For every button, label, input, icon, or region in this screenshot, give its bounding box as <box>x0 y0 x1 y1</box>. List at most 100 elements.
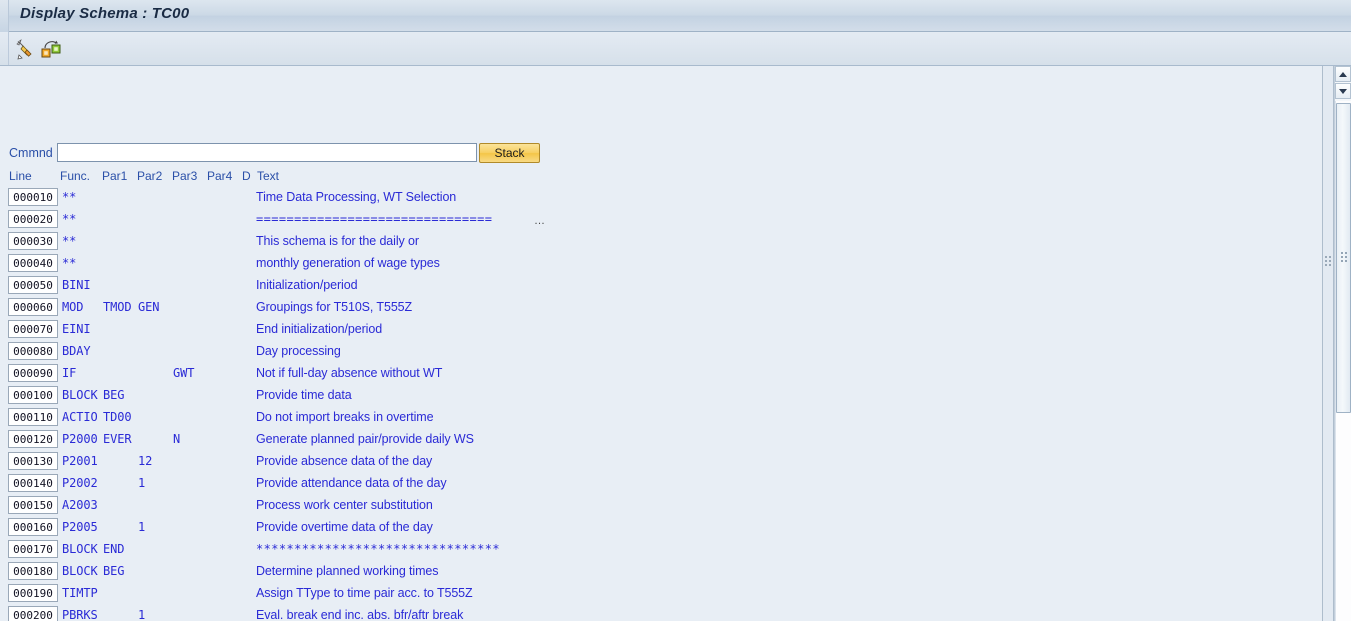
cell-func[interactable]: BINI <box>62 278 91 292</box>
line-number-field[interactable] <box>8 474 58 492</box>
table-row: IF GWT Not if full-day absence without WT <box>0 363 1322 385</box>
table-row: ** monthly generation of wage types <box>0 253 1322 275</box>
line-number-field[interactable] <box>8 606 58 621</box>
scroll-up-button[interactable] <box>1335 66 1351 82</box>
cell-par2[interactable]: GEN <box>138 300 159 314</box>
application-toolbar: © www.tutorialkart.com <box>0 32 1351 96</box>
line-number-field[interactable] <box>8 210 58 228</box>
cell-par2[interactable]: 1 <box>138 476 145 490</box>
line-number-field[interactable] <box>8 386 58 404</box>
cell-text[interactable]: Provide overtime data of the day <box>256 520 433 534</box>
table-row: ACTIO TD00 Do not import breaks in overtim… <box>0 407 1322 429</box>
cell-func[interactable]: TIMTP <box>62 586 98 600</box>
cell-func[interactable]: ** <box>62 190 76 204</box>
column-header-func: Func. <box>60 169 91 183</box>
cell-text[interactable]: Not if full-day absence without WT <box>256 366 442 380</box>
cell-par2[interactable]: 1 <box>138 520 145 534</box>
cell-func[interactable]: BDAY <box>62 344 91 358</box>
cell-func[interactable]: PBRKS <box>62 608 98 621</box>
line-number-field[interactable] <box>8 254 58 272</box>
line-number-field[interactable] <box>8 188 58 206</box>
line-number-field[interactable] <box>8 364 58 382</box>
column-header-par3: Par3 <box>172 169 198 183</box>
cell-par1[interactable]: END <box>103 542 124 556</box>
cell-func[interactable]: ** <box>62 212 76 226</box>
cell-par1[interactable]: BEG <box>103 388 124 402</box>
cell-func[interactable]: ** <box>62 234 76 248</box>
cell-text[interactable]: Provide time data <box>256 388 352 402</box>
line-number-field[interactable] <box>8 298 58 316</box>
cell-text[interactable]: =============================== <box>256 212 492 226</box>
cell-func[interactable]: A2003 <box>62 498 98 512</box>
cell-func[interactable]: P2001 <box>62 454 98 468</box>
cell-func[interactable]: EINI <box>62 322 91 336</box>
cell-func[interactable]: BLOCK <box>62 542 98 556</box>
table-row: BLOCK END ******************************** <box>0 539 1322 561</box>
cell-func[interactable]: BLOCK <box>62 388 98 402</box>
line-number-field[interactable] <box>8 276 58 294</box>
cell-text[interactable]: End initialization/period <box>256 322 382 336</box>
cell-par2[interactable]: 12 <box>138 454 152 468</box>
cell-func[interactable]: ACTIO <box>62 410 98 424</box>
line-number-field[interactable] <box>8 232 58 250</box>
cell-text[interactable]: Determine planned working times <box>256 564 439 578</box>
cell-text[interactable]: Groupings for T510S, T555Z <box>256 300 412 314</box>
table-row: ** This schema is for the daily or <box>0 231 1322 253</box>
edit-schema-icon[interactable] <box>14 38 38 60</box>
scroll-down-button[interactable] <box>1335 83 1351 99</box>
cell-text[interactable]: Generate planned pair/provide daily WS <box>256 432 474 446</box>
cell-func[interactable]: P2002 <box>62 476 98 490</box>
cell-text[interactable]: Time Data Processing, WT Selection <box>256 190 456 204</box>
cell-par3[interactable]: N <box>173 432 180 446</box>
line-number-field[interactable] <box>8 518 58 536</box>
cell-text[interactable]: Provide absence data of the day <box>256 454 432 468</box>
cell-text[interactable]: Eval. break end inc. abs. bfr/aftr break <box>256 608 463 621</box>
cell-func[interactable]: BLOCK <box>62 564 98 578</box>
column-header-par4: Par4 <box>207 169 233 183</box>
cell-par1[interactable]: TD00 <box>103 410 132 424</box>
cell-text[interactable]: Do not import breaks in overtime <box>256 410 434 424</box>
cell-text[interactable]: Initialization/period <box>256 278 358 292</box>
stack-button[interactable]: Stack <box>479 143 540 163</box>
cell-par1[interactable]: BEG <box>103 564 124 578</box>
line-number-field[interactable] <box>8 562 58 580</box>
pane-splitter[interactable] <box>1322 66 1334 621</box>
cell-func[interactable]: P2000 <box>62 432 98 446</box>
command-input[interactable] <box>57 143 477 162</box>
cell-par1[interactable]: TMOD <box>103 300 132 314</box>
cell-text[interactable]: monthly generation of wage types <box>256 256 440 270</box>
column-header-text: Text <box>257 169 280 183</box>
cell-func[interactable]: MOD <box>62 300 83 314</box>
table-column-headers: Line Func. Par1 Par2 Par3 Par4 D Text <box>0 169 1322 185</box>
cell-func[interactable]: P2005 <box>62 520 98 534</box>
table-row: P2002 1 Provide attendance data of the day <box>0 473 1322 495</box>
line-number-field[interactable] <box>8 452 58 470</box>
cell-func[interactable]: IF <box>62 366 76 380</box>
cell-par1[interactable]: EVER <box>103 432 132 446</box>
column-header-par1: Par1 <box>102 169 128 183</box>
cell-text[interactable]: Process work center substitution <box>256 498 433 512</box>
command-label: Cmmnd <box>9 146 53 160</box>
cell-par3[interactable]: GWT <box>173 366 194 380</box>
table-row: BLOCK BEG Determine planned working times <box>0 561 1322 583</box>
cell-text[interactable]: Day processing <box>256 344 341 358</box>
vertical-scrollbar[interactable] <box>1334 66 1351 621</box>
line-number-field[interactable] <box>8 496 58 514</box>
line-number-field[interactable] <box>8 430 58 448</box>
triangle-down-icon <box>1339 89 1347 94</box>
line-number-field[interactable] <box>8 540 58 558</box>
line-number-field[interactable] <box>8 584 58 602</box>
column-header-d: D <box>242 169 251 183</box>
cell-text[interactable]: Provide attendance data of the day <box>256 476 447 490</box>
line-number-field[interactable] <box>8 320 58 338</box>
jump-to-other-schema-icon[interactable] <box>40 38 64 60</box>
line-number-field[interactable] <box>8 408 58 426</box>
cell-text[interactable]: This schema is for the daily or <box>256 234 419 248</box>
line-number-field[interactable] <box>8 342 58 360</box>
cell-par2[interactable]: 1 <box>138 608 145 621</box>
scrollbar-thumb[interactable] <box>1336 103 1351 413</box>
cell-text[interactable]: ******************************** <box>256 542 500 556</box>
cell-func[interactable]: ** <box>62 256 76 270</box>
cell-text[interactable]: Assign TType to time pair acc. to T555Z <box>256 586 473 600</box>
title-left-accent <box>0 0 9 32</box>
